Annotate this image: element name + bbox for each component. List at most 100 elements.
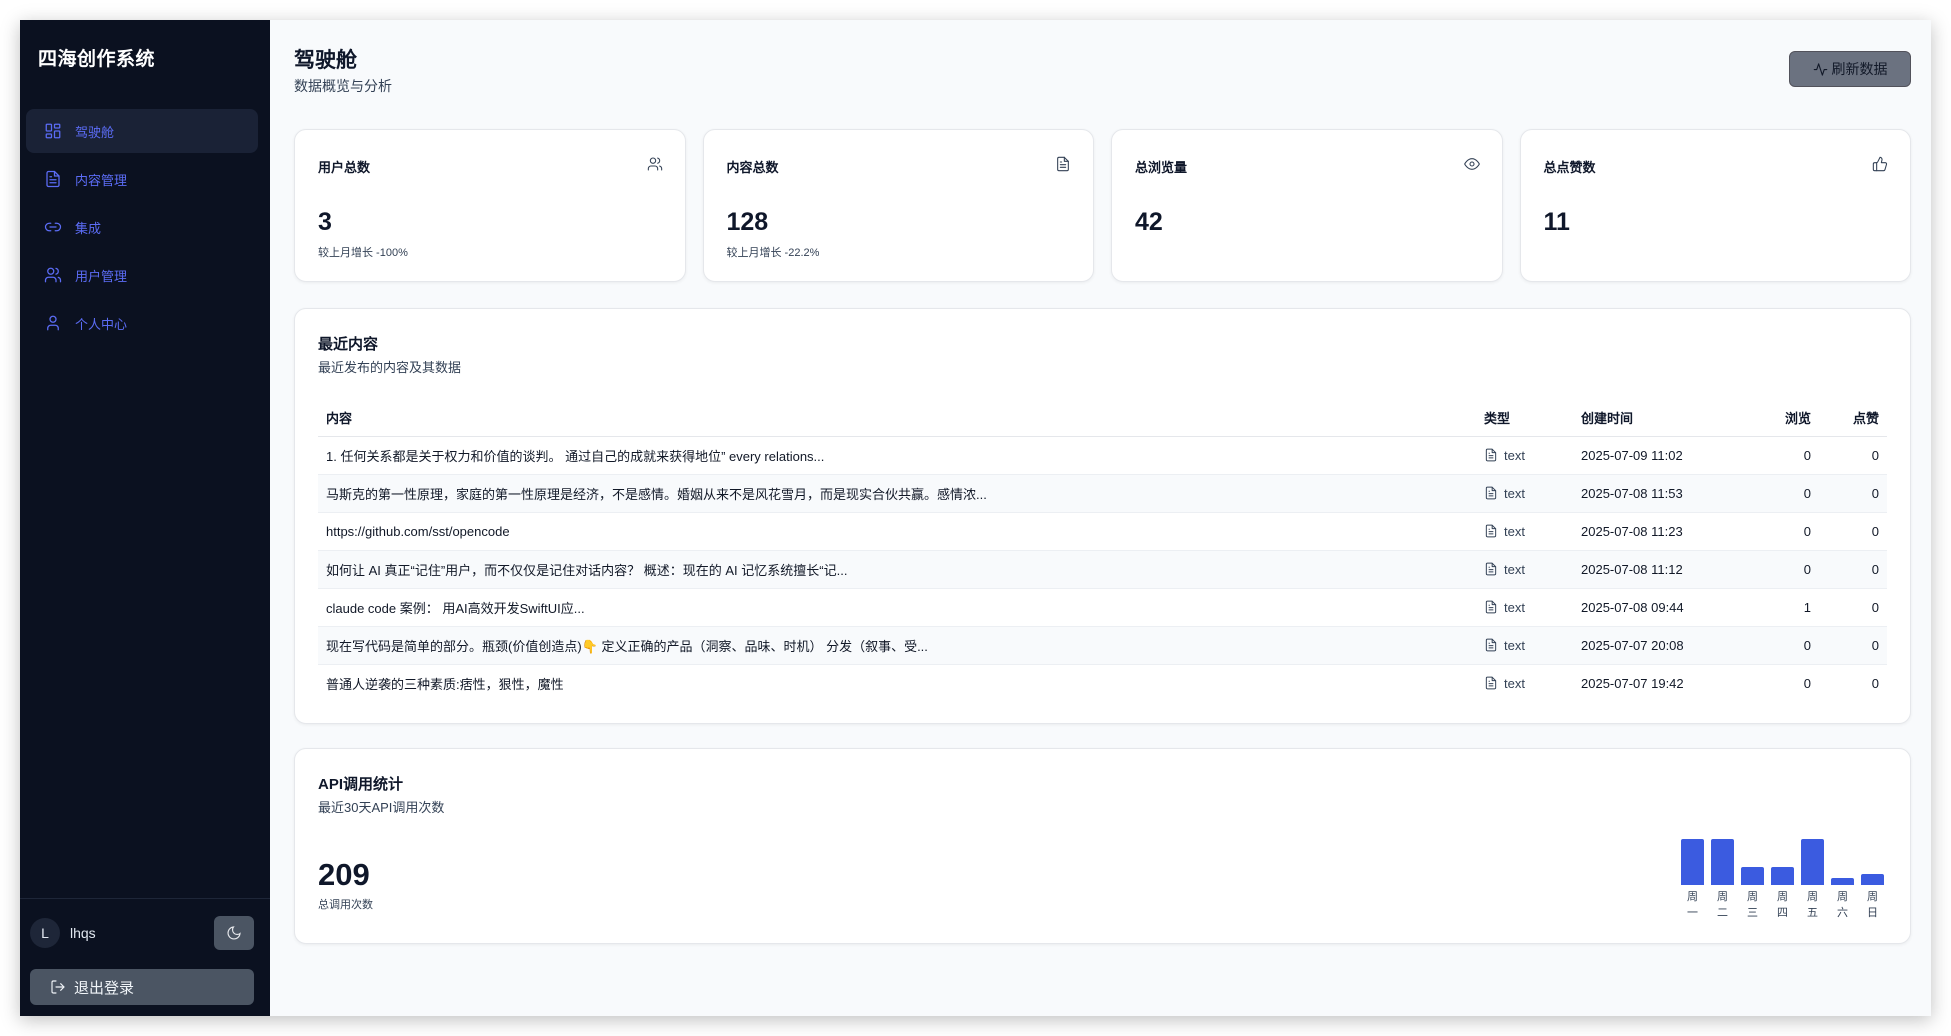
stat-note: 较上月增长 -100% <box>318 247 408 259</box>
refresh-label: 刷新数据 <box>1831 61 1888 77</box>
stat-value: 3 <box>318 208 332 236</box>
document-icon <box>46 170 60 188</box>
document-icon <box>1485 448 1497 462</box>
chart-tick-label: 周一 <box>1687 891 1698 919</box>
column-header: 浏览 <box>1763 399 1819 437</box>
sidebar-item-label: 个人中心 <box>75 316 128 332</box>
logout-icon <box>51 980 65 994</box>
chart-tick-label: 周二 <box>1717 891 1728 919</box>
created-cell: 2025-07-09 11:02 <box>1573 436 1763 475</box>
sidebar-item-profile[interactable]: 个人中心 <box>26 301 258 345</box>
stat-note: 较上月增长 -22.2% <box>726 247 820 259</box>
sidebar-item-content[interactable]: 内容管理 <box>26 157 258 201</box>
chart-bar <box>1681 839 1704 885</box>
users-icon <box>44 267 62 283</box>
content-cell: 1. 任何关系都是关于权力和价值的谈判。 通过自己的成就来获得地位” every… <box>318 436 1476 475</box>
type-cell: text <box>1476 626 1573 665</box>
chart-tick-label: 周日 <box>1867 891 1878 919</box>
api-bar-chart: 周一周二周三周四周五周六周日 <box>1681 829 1887 929</box>
main-content: 驾驶舱 数据概览与分析 刷新数据 用户总数 3 较上月增长 -100% 内容总数… <box>270 20 1931 1016</box>
sidebar-item-users[interactable]: 用户管理 <box>26 253 258 297</box>
table-row[interactable]: 如何让 AI 真正“记住”用户，而不仅仅是记住对话内容？ 概述：现在的 AI 记… <box>318 550 1887 589</box>
document-icon <box>1485 600 1497 614</box>
theme-toggle-button[interactable] <box>214 916 254 950</box>
content-cell: claude code 案例： 用AI高效开发SwiftUI应... <box>318 588 1476 627</box>
created-cell: 2025-07-07 20:08 <box>1573 626 1763 665</box>
likes-cell: 0 <box>1819 436 1887 475</box>
column-header: 点赞 <box>1819 399 1887 437</box>
views-cell: 0 <box>1763 626 1819 665</box>
stat-value: 42 <box>1135 208 1163 236</box>
thumbs-up-icon <box>1872 156 1888 172</box>
views-cell: 0 <box>1763 474 1819 513</box>
dashboard-icon <box>45 123 61 139</box>
column-header: 创建时间 <box>1573 399 1763 437</box>
sidebar-item-dashboard[interactable]: 驾驶舱 <box>26 109 258 153</box>
user-icon <box>47 315 59 331</box>
card-description: 最近发布的内容及其数据 <box>318 360 462 375</box>
chart-bar <box>1861 873 1884 885</box>
chart-bar <box>1741 866 1764 885</box>
table-row[interactable]: 马斯克的第一性原理，家庭的第一性原理是经济，不是感情。婚姻从来不是风花雪月，而是… <box>318 474 1887 513</box>
stats-row: 用户总数 3 较上月增长 -100% 内容总数 128 较上月增长 -22.2%… <box>294 129 1911 282</box>
created-cell: 2025-07-08 11:53 <box>1573 474 1763 513</box>
table-row[interactable]: 现在写代码是简单的部分。瓶颈(价值创造点)👇 定义正确的产品（洞察、品味、时机）… <box>318 626 1887 665</box>
logout-button[interactable]: 退出登录 <box>30 969 254 1005</box>
eye-icon <box>1463 158 1480 170</box>
refresh-button[interactable]: 刷新数据 <box>1789 51 1911 87</box>
chart-tick-label: 周三 <box>1747 891 1758 919</box>
views-cell: 1 <box>1763 588 1819 627</box>
chart-bar <box>1711 839 1734 885</box>
document-icon <box>1057 156 1069 172</box>
sidebar-footer: L lhqs 退出登录 <box>20 898 270 1016</box>
content-cell: 如何让 AI 真正“记住”用户，而不仅仅是记住对话内容？ 概述：现在的 AI 记… <box>318 550 1476 589</box>
type-cell: text <box>1476 550 1573 589</box>
recent-content-card: 最近内容 最近发布的内容及其数据 内容 类型 创建时间 浏览 点赞 1. 任何关… <box>294 308 1911 724</box>
user-name: lhqs <box>70 925 96 941</box>
card-description: 最近30天API调用次数 <box>318 800 445 815</box>
created-cell: 2025-07-08 11:12 <box>1573 550 1763 589</box>
sidebar-item-label: 集成 <box>75 220 102 236</box>
sidebar-item-label: 驾驶舱 <box>75 124 115 140</box>
sidebar-nav: 驾驶舱 内容管理 集成 用户管理 个人中心 <box>26 109 258 349</box>
chart-bar <box>1771 866 1794 885</box>
views-cell: 0 <box>1803 675 1811 691</box>
views-cell: 0 <box>1763 550 1819 589</box>
type-label: text <box>1504 561 1525 577</box>
table-row[interactable]: https://github.com/sst/opencode text 2025-… <box>318 512 1887 551</box>
created-cell: 2025-07-08 09:44 <box>1573 588 1763 627</box>
stat-label: 总点赞数 <box>1543 160 1596 175</box>
sidebar: 四海创作系统 驾驶舱 内容管理 集成 用户管理 个人中心 L lhqs 退出登录 <box>20 20 270 1016</box>
column-header: 类型 <box>1476 399 1573 437</box>
content-cell: 马斯克的第一性原理，家庭的第一性原理是经济，不是感情。婚姻从来不是风花雪月，而是… <box>318 474 1476 513</box>
chart-tick-label: 周六 <box>1837 891 1848 919</box>
document-icon <box>1485 676 1497 690</box>
stat-value: 128 <box>726 208 769 236</box>
likes-cell: 0 <box>1819 588 1887 627</box>
table-header-row: 内容 类型 创建时间 浏览 点赞 <box>318 399 1887 437</box>
stat-card-views: 总浏览量 42 <box>1111 129 1503 282</box>
chart-tick-label: 周四 <box>1777 891 1788 919</box>
stat-card-likes: 总点赞数 11 <box>1519 129 1911 282</box>
card-title: 最近内容 <box>318 336 379 353</box>
type-cell: text <box>1476 664 1573 702</box>
moon-icon <box>227 926 241 940</box>
type-cell: text <box>1476 512 1573 551</box>
content-cell: https://github.com/sst/opencode <box>318 512 1476 551</box>
activity-icon <box>1813 62 1827 76</box>
table-row[interactable]: 1. 任何关系都是关于权力和价值的谈判。 通过自己的成就来获得地位” every… <box>318 436 1887 475</box>
avatar: L <box>30 918 60 948</box>
type-label: text <box>1504 675 1525 691</box>
content-cell: 现在写代码是简单的部分。瓶颈(价值创造点)👇 定义正确的产品（洞察、品味、时机）… <box>318 626 1476 665</box>
type-label: text <box>1504 523 1525 539</box>
app-title: 四海创作系统 <box>38 49 156 70</box>
table-row[interactable]: 普通人逆袭的三种素质:痞性，狠性，魔性 text 2025-07-07 19:42 0… <box>318 664 1887 702</box>
table-row[interactable]: claude code 案例： 用AI高效开发SwiftUI应... text 20… <box>318 588 1887 627</box>
type-label: text <box>1504 485 1525 501</box>
link-icon <box>44 222 62 232</box>
stat-label: 总浏览量 <box>1135 160 1188 175</box>
column-header: 内容 <box>318 399 1476 437</box>
document-icon <box>1485 524 1497 538</box>
sidebar-item-integration[interactable]: 集成 <box>26 205 258 249</box>
created-cell: 2025-07-08 11:23 <box>1573 512 1763 551</box>
